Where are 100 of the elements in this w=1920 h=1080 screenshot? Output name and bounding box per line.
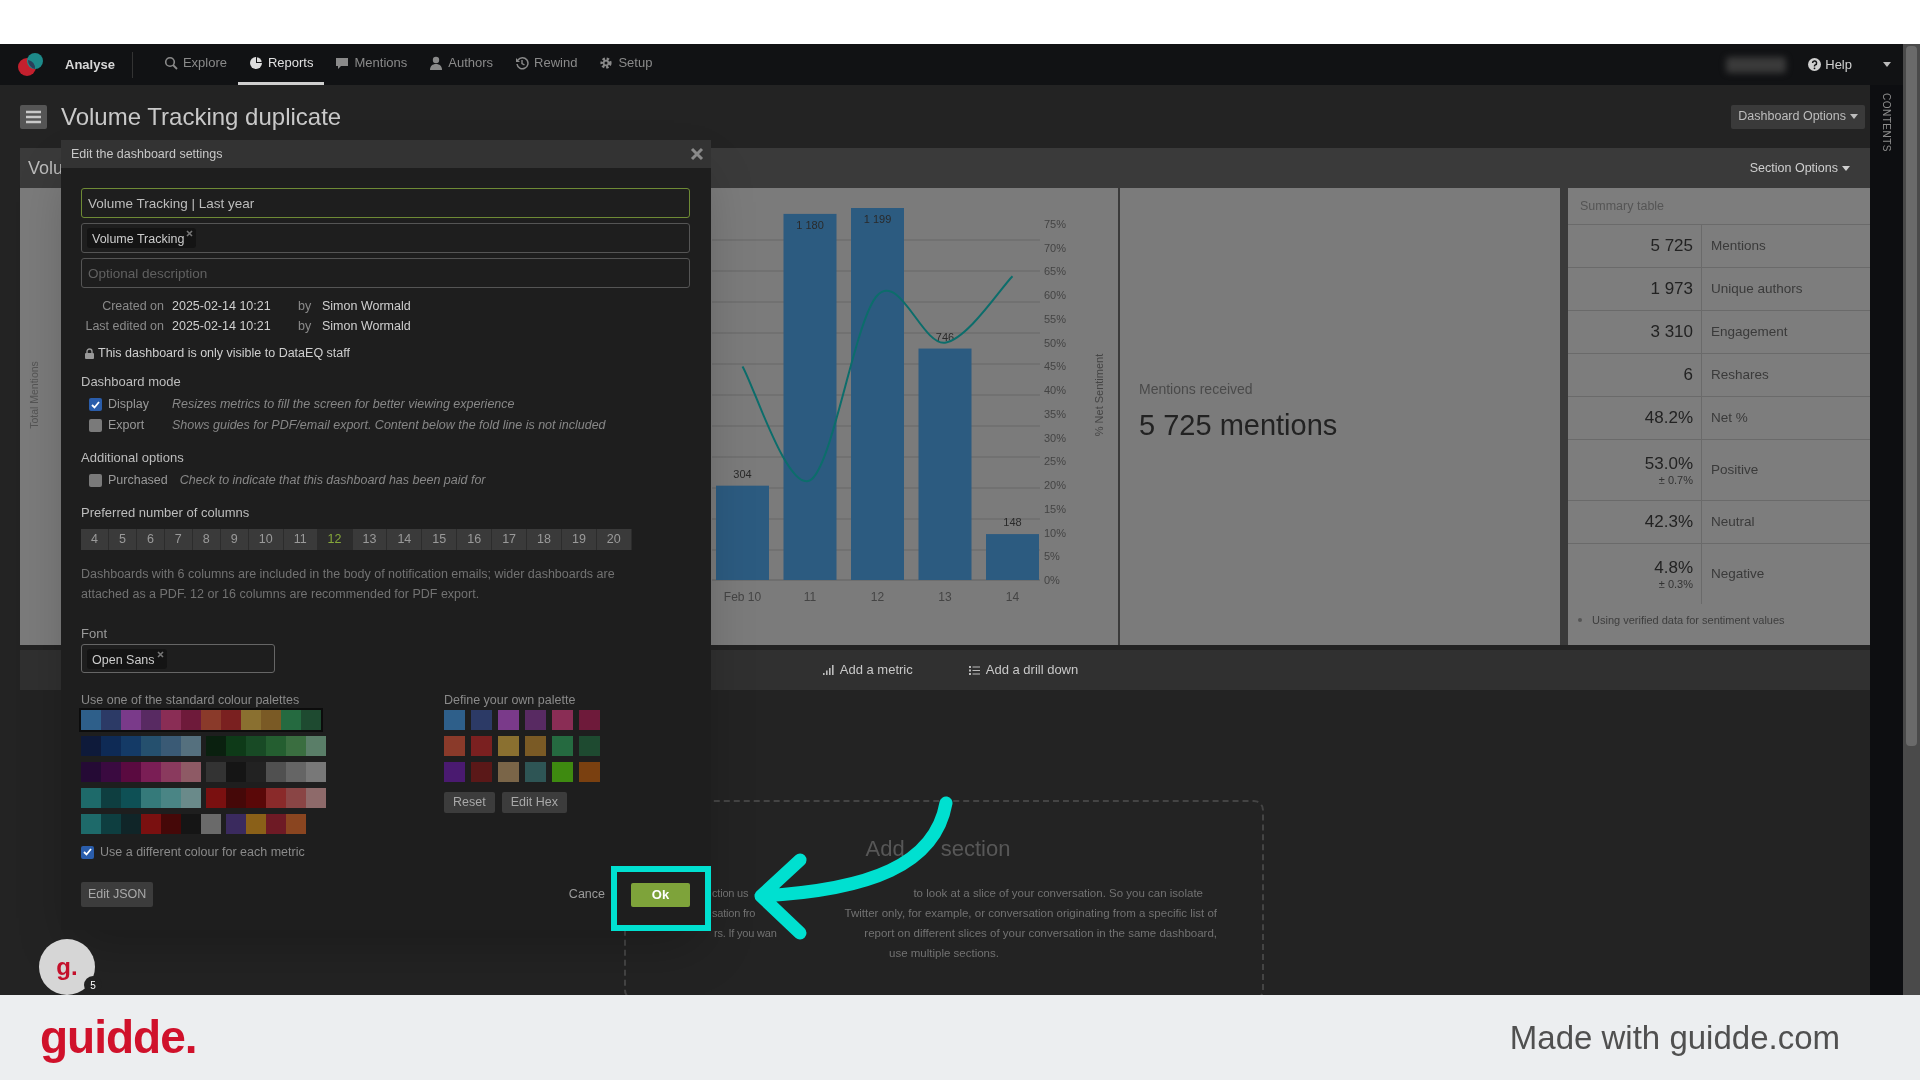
column-option[interactable]: 13	[352, 529, 388, 550]
table-cell: 48.2%	[1644, 408, 1693, 428]
speech-bubble-icon	[335, 56, 350, 70]
colour-swatch[interactable]	[552, 762, 573, 782]
bar-chart-icon	[821, 664, 834, 676]
column-option[interactable]: 8	[192, 529, 221, 550]
bar-value-label: 148	[1003, 516, 1022, 529]
option-description: Check to indicate that this dashboard has been paid for	[179, 472, 486, 490]
table-cell: 5 725	[1650, 236, 1693, 256]
close-icon[interactable]	[690, 147, 704, 161]
column-option[interactable]: 7	[164, 529, 193, 550]
section-hint-text: report on different slices of your conversation in the same dashboard,	[864, 926, 1217, 941]
colour-swatch[interactable]	[471, 736, 492, 756]
colour-palette[interactable]	[81, 710, 321, 730]
nav-tab[interactable]: Reports	[237, 44, 325, 85]
column-option[interactable]: 14	[387, 529, 423, 550]
checkbox-label: Purchased	[108, 472, 168, 490]
nav-tab[interactable]: Authors	[418, 44, 505, 85]
column-option[interactable]: 10	[248, 529, 284, 550]
table-cell: 3 310	[1650, 322, 1693, 342]
colour-palette[interactable]	[81, 762, 201, 782]
column-option[interactable]: 17	[492, 529, 528, 550]
menu-icon[interactable]	[20, 104, 47, 129]
colour-swatch[interactable]	[498, 762, 519, 782]
scrollbar[interactable]	[1903, 44, 1920, 995]
colour-palette[interactable]	[81, 814, 221, 834]
column-option[interactable]: 9	[220, 529, 249, 550]
nav-tab[interactable]: Explore	[152, 44, 238, 85]
remove-icon[interactable]	[156, 650, 164, 658]
checkbox[interactable]	[89, 398, 102, 411]
name-field[interactable]: Volume Tracking | Last year	[81, 188, 690, 218]
meta-value: Simon Wormald	[322, 297, 411, 315]
table-note: Using verified data for sentiment values	[1592, 612, 1785, 628]
help-link[interactable]: Help	[1808, 54, 1852, 75]
colour-swatch[interactable]	[525, 736, 546, 756]
column-option[interactable]: 5	[108, 529, 137, 550]
colour-swatch[interactable]	[444, 710, 465, 730]
remove-icon[interactable]	[186, 230, 194, 237]
colour-swatch[interactable]	[471, 762, 492, 782]
toolbar-link[interactable]: Add a drill down	[967, 660, 1079, 680]
checkbox[interactable]	[89, 419, 102, 432]
column-option[interactable]: 18	[527, 529, 562, 550]
column-option[interactable]: 4	[81, 529, 109, 550]
colour-swatch[interactable]	[444, 736, 465, 756]
column-option[interactable]: 20	[596, 529, 632, 550]
toolbar-link[interactable]: Add a metric	[821, 660, 913, 680]
colour-swatch[interactable]	[525, 762, 546, 782]
column-option[interactable]: 16	[457, 529, 493, 550]
edit-json-button[interactable]: Edit JSON	[81, 882, 154, 907]
colour-palette[interactable]	[226, 814, 306, 834]
tag-chip[interactable]: Open Sans	[87, 648, 167, 669]
colour-swatch[interactable]	[498, 736, 519, 756]
guidde-logo: guidde.	[40, 1010, 197, 1065]
section-options-button[interactable]: Section Options	[1749, 158, 1850, 178]
table-cell: 4.8%	[1654, 557, 1693, 578]
palette-button[interactable]: Reset	[444, 792, 495, 813]
colour-swatch[interactable]	[498, 710, 519, 730]
option-description: Shows guides for PDF/email export. Content below the fold line is not included	[172, 417, 606, 435]
dialog-title: Edit the dashboard settings	[71, 145, 223, 163]
caret-icon[interactable]	[1883, 62, 1891, 67]
colour-swatch[interactable]	[444, 762, 465, 782]
search-icon	[163, 56, 178, 70]
checkbox[interactable]	[81, 845, 94, 859]
bar-value-label: 1 199	[863, 213, 892, 225]
colour-palette[interactable]	[206, 736, 326, 756]
dashboard-options-button[interactable]: Dashboard Options	[1731, 104, 1865, 129]
ok-button[interactable]: Ok	[631, 882, 690, 907]
colour-palette[interactable]	[81, 788, 201, 808]
column-option[interactable]: 15	[422, 529, 458, 550]
colour-swatch[interactable]	[552, 736, 573, 756]
nav-tab[interactable]: Setup	[588, 44, 664, 85]
help-text: Dashboards with 6 columns are included in the body of notification emails; wider dashboards are attached as a PDF. 12 or 16 columns are recommended for PDF export.	[81, 566, 616, 603]
column-option[interactable]: 11	[283, 529, 318, 550]
section-hint-text: rs. If you wan	[714, 926, 777, 941]
column-option[interactable]: 19	[561, 529, 597, 550]
checkbox-label: Display	[108, 396, 150, 414]
table-cell-text: Net %	[1710, 408, 1749, 427]
palette-button[interactable]: Edit Hex	[501, 792, 567, 813]
history-icon	[515, 56, 530, 70]
colour-swatch[interactable]	[579, 762, 600, 782]
colour-palette[interactable]	[206, 788, 326, 808]
checkbox[interactable]	[89, 474, 102, 487]
colour-palette[interactable]	[81, 736, 201, 756]
column-option[interactable]: 12	[317, 529, 353, 550]
nav-tab[interactable]: Rewind	[504, 44, 589, 85]
colour-swatch[interactable]	[579, 710, 600, 730]
tags-field[interactable]: Volume Tracking	[81, 223, 690, 253]
colour-swatch[interactable]	[525, 710, 546, 730]
font-field[interactable]: Open Sans	[81, 644, 275, 673]
tag-chip[interactable]: Volume Tracking	[87, 228, 197, 248]
meta-label: by	[298, 317, 313, 335]
nav-tab[interactable]: Mentions	[324, 44, 419, 85]
description-field[interactable]: Optional description	[81, 258, 690, 288]
column-option[interactable]: 6	[136, 529, 165, 550]
colour-palette[interactable]	[206, 762, 326, 782]
colour-swatch[interactable]	[552, 710, 573, 730]
cancel-link[interactable]: Cance	[568, 885, 605, 904]
colour-swatch[interactable]	[471, 710, 492, 730]
bar-value-label: 304	[733, 467, 752, 480]
colour-swatch[interactable]	[579, 736, 600, 756]
